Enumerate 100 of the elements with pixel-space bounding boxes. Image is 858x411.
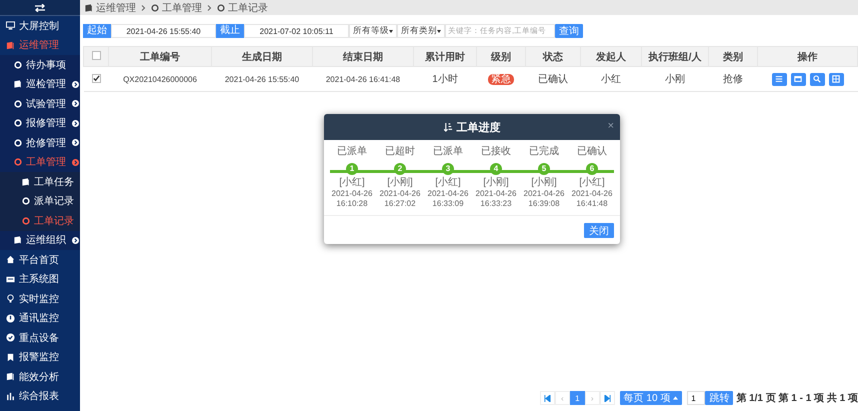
step-person: [小红] [579,177,605,189]
sidebar-item[interactable]: 主系统图 [0,270,80,289]
end-label: 截止 [216,24,244,38]
sidebar-item[interactable]: 试验管理 [0,94,80,114]
sidebar-item[interactable]: 综合报表 [0,386,80,406]
window-icon [794,75,802,83]
end-date-field[interactable]: 2021-07-02 10:05:11 [244,24,349,38]
level-badge: 紧急 [488,74,514,85]
bulb-icon [6,294,15,304]
sidebar-item[interactable]: 待办事项 [0,55,80,74]
sidebar-item[interactable]: 报修管理 [0,114,80,133]
first-page-button[interactable] [540,391,555,405]
close-button[interactable]: × [608,120,614,132]
step-number: 6 [586,163,598,175]
checkbox[interactable] [92,74,100,83]
chevron-icon [72,139,79,146]
table-cell: 抢修 [708,66,758,92]
column-header: 执行班组/人 [642,46,708,66]
sidebar-item[interactable]: 通讯监控 [0,308,80,328]
page-number-field[interactable]: 1 [687,391,706,405]
step-status: 已接收 [481,145,511,159]
start-label: 起始 [83,24,111,38]
sidebar-item[interactable]: 大屏控制 [0,16,80,36]
card-icon [6,274,15,284]
list-icon [775,75,783,83]
step-status: 已派单 [337,145,367,159]
sidebar-item[interactable]: 重点设备 [0,328,80,348]
step-person: [小红] [339,177,365,189]
info-icon [6,314,15,323]
step-number: 3 [442,163,454,175]
chevron-icon [72,100,79,108]
chevron-icon [141,4,146,10]
sidebar-item[interactable]: 报警监控 [0,348,80,367]
column-header: 类别 [708,46,758,66]
checkbox[interactable] [92,50,100,60]
table-cell: 2021-04-26 16:41:48 [312,66,414,92]
table-cell: 1小时 [414,66,476,92]
list-button[interactable] [772,72,786,86]
sidebar-item[interactable]: 运维组织 [0,230,80,250]
step-number: 2 [394,163,406,175]
table-cell: 2021-04-26 15:55:40 [212,66,312,92]
monitor-icon [6,21,15,30]
home-icon [6,255,15,264]
book-icon [85,4,93,12]
step-person: [小红] [435,177,461,189]
breadcrumb-link[interactable]: 运维管理 [96,0,136,14]
search-button[interactable] [810,72,824,86]
book-icon [14,80,22,88]
table-cell: 小刚 [642,66,708,92]
sort-icon [444,122,452,132]
chevron-icon [72,158,79,166]
sidebar-item[interactable]: 工单记录 [0,211,80,230]
column-header: 级别 [476,46,526,66]
sidebar-item[interactable]: 巡检管理 [0,74,80,94]
book-icon [6,372,15,382]
step-number: 5 [538,163,550,175]
circle-icon [217,4,225,12]
circle-icon [14,158,22,166]
type-select[interactable]: 所有类别 [397,24,445,38]
grid-button[interactable] [828,72,844,86]
sidebar-item[interactable]: 实时监控 [0,289,80,308]
chevron-icon [72,80,79,88]
sidebar-item[interactable]: 工单任务 [0,172,80,192]
window-button[interactable] [790,72,806,86]
step-time: 16:33:09 [432,199,464,209]
column-header: 累计用时 [414,46,476,66]
step-time: 16:39:08 [528,199,560,209]
sidebar-item[interactable]: 能效分析 [0,367,80,386]
grid-icon [832,75,840,83]
level-select[interactable]: 所有等级 [349,24,397,38]
step-status: 已超时 [385,145,415,159]
sidebar-item[interactable]: 派单记录 [0,192,80,211]
circle-icon [14,138,22,147]
breadcrumb-link[interactable]: 工单记录 [228,0,268,14]
step-time: 16:33:23 [480,199,512,209]
step-person: [小刚] [387,177,413,189]
last-page-button[interactable] [600,391,615,405]
chevron-icon [72,120,79,127]
sidebar-item[interactable]: 抢修管理 [0,133,80,152]
first-page-icon [544,394,551,402]
step-date: 2021-04-26 [476,189,516,199]
search-icon [813,75,821,83]
chart-icon [6,392,15,401]
chevron-icon [72,236,79,244]
table-cell: 小红 [580,66,642,92]
column-header: 结束日期 [312,46,414,66]
circle-icon [14,60,22,69]
sidebar-item[interactable]: 运维管理 [0,36,80,55]
breadcrumb-link[interactable]: 工单管理 [162,0,202,14]
step-status: 已完成 [529,145,559,159]
step-date: 2021-04-26 [572,189,612,199]
step-time: 16:27:02 [384,199,416,209]
caret-icon [673,396,678,400]
sidebar-item[interactable]: 平台首页 [0,250,80,270]
sidebar-item[interactable]: 工单管理 [0,152,80,172]
step-date: 2021-04-26 [380,189,420,199]
swap-icon[interactable] [34,4,46,12]
start-date-field[interactable]: 2021-04-26 15:55:40 [111,24,216,38]
step-number: 1 [346,163,358,175]
dialog-title: 工单进度 [456,120,500,134]
